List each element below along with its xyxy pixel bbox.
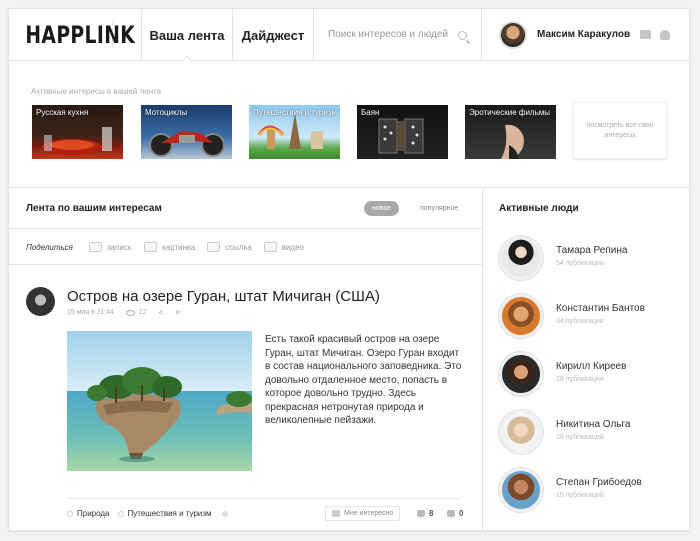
tag-travel[interactable]: Путешествия и туризм (118, 509, 212, 518)
person-count: 34 публикации (556, 318, 604, 325)
person-count: 16 публикаций (556, 434, 604, 441)
person-item[interactable]: Кирилл Киреев 28 публикаций (499, 352, 689, 396)
notifications-icon[interactable] (660, 29, 671, 40)
interest-label: Путешествия и туризм (253, 108, 338, 117)
post-image[interactable] (67, 331, 252, 471)
likes-count: 8 (429, 509, 434, 518)
interest-tile[interactable]: Мотоциклы (141, 105, 232, 159)
post-title[interactable]: Остров на озере Гуран, штат Мичиган (США… (67, 288, 380, 305)
tag-nature[interactable]: Природа (67, 509, 110, 518)
person-avatar[interactable] (499, 236, 543, 280)
app-frame: HAPPLINK Ваша лента Дайджест Максим Кара… (8, 8, 690, 531)
post-text: Есть такой красивый остров на озере Гура… (265, 334, 462, 426)
person-avatar[interactable] (499, 294, 543, 338)
post-meta: 15 мая в 11:44 12 < × (67, 308, 180, 317)
video-icon (263, 242, 277, 252)
interest-label: Баян (361, 108, 380, 117)
person-name[interactable]: Степан Грибоедов (556, 477, 642, 488)
person-avatar[interactable] (499, 352, 543, 396)
search-box (314, 9, 482, 60)
close-icon[interactable]: × (175, 308, 180, 317)
thumb-icon (332, 510, 340, 517)
island-illustration (67, 331, 252, 471)
link-icon (207, 242, 221, 252)
person-count: 54 публикации (556, 260, 604, 267)
feed-header: Лента по вашим интересам новое популярно… (9, 189, 482, 229)
user-avatar[interactable] (499, 20, 527, 49)
interest-label: Мотоциклы (145, 108, 188, 117)
filter-new-button[interactable]: новое (364, 201, 400, 216)
filter-popular-button[interactable]: популярное (412, 201, 466, 216)
person-name[interactable]: Константин Бантов (556, 303, 645, 314)
share-icon[interactable]: < (159, 308, 164, 317)
person-item[interactable]: Степан Грибоедов 15 публикаций (499, 468, 689, 512)
share-post-label: запись (106, 242, 133, 252)
heart-icon (417, 510, 425, 517)
post-date: 15 мая в 11:44 (67, 309, 114, 316)
interest-label: Русская кухня (36, 108, 89, 117)
interest-tile[interactable]: Русская кухня (32, 105, 123, 159)
person-item[interactable]: Константин Бантов 34 публикации (499, 294, 689, 338)
post-author-avatar[interactable] (26, 287, 55, 316)
eye-icon (125, 309, 135, 316)
person-name[interactable]: Тамара Репина (556, 245, 627, 256)
share-link-label: ссылка (225, 242, 252, 252)
interest-label: Эротические фильмы (469, 108, 550, 117)
sidebar-title: Активные люди (499, 203, 579, 214)
interest-tile[interactable]: Баян (357, 105, 448, 159)
search-input[interactable] (328, 29, 448, 40)
comments-count: 0 (459, 509, 464, 518)
comments-counter[interactable]: 0 (447, 509, 463, 518)
share-video-label: видео (281, 242, 304, 252)
search-icon[interactable] (458, 31, 467, 40)
share-image-label: картинка (162, 242, 196, 252)
tab-your-feed[interactable]: Ваша лента (142, 9, 233, 62)
logo[interactable]: HAPPLINK (9, 20, 135, 49)
user-panel: Максим Каракулов (482, 9, 689, 60)
tab-digest[interactable]: Дайджест (233, 9, 314, 61)
feed-title: Лента по вашим интересам (26, 203, 162, 214)
more-tags-icon[interactable] (221, 510, 228, 517)
image-icon (144, 242, 158, 252)
active-people-sidebar: Активные люди Тамара Репина 54 публикаци… (482, 189, 689, 530)
share-post-button[interactable]: запись (88, 242, 133, 252)
person-item[interactable]: Тамара Репина 54 публикации (499, 236, 689, 280)
share-link-button[interactable]: ссылка (207, 242, 252, 252)
messages-icon[interactable] (640, 30, 652, 39)
post-footer: Природа Путешествия и туризм Мне интерес… (67, 498, 463, 528)
interests-section: Активные интересы в вашей ленте Русская … (9, 62, 689, 188)
share-label: Поделиться (26, 242, 73, 252)
share-image-button[interactable]: картинка (144, 242, 195, 252)
person-item[interactable]: Никитина Ольга 16 публикаций (499, 410, 689, 454)
interesting-label: Мне интересно (344, 510, 394, 517)
interests-title: Активные интересы в вашей ленте (31, 87, 162, 96)
person-avatar[interactable] (499, 410, 543, 454)
interest-tile[interactable]: Путешествия и туризм (249, 105, 340, 159)
comment-icon (447, 510, 455, 517)
person-count: 28 публикаций (556, 376, 604, 383)
person-avatar[interactable] (499, 468, 543, 512)
person-name[interactable]: Никитина Ольга (556, 419, 631, 430)
share-video-button[interactable]: видео (263, 242, 304, 252)
share-bar: Поделиться запись картинка ссылка видео (9, 230, 482, 265)
logo-container[interactable]: HAPPLINK (9, 9, 142, 60)
top-header: HAPPLINK Ваша лента Дайджест Максим Кара… (9, 9, 689, 62)
interesting-button[interactable]: Мне интересно (325, 506, 401, 521)
interest-tile[interactable]: Эротические фильмы (465, 105, 556, 159)
person-name[interactable]: Кирилл Киреев (556, 361, 626, 372)
view-all-interests-button[interactable]: посмотреть все свои интересы (573, 102, 667, 159)
likes-counter[interactable]: 8 (417, 509, 433, 518)
post-icon (88, 242, 102, 252)
user-name[interactable]: Максим Каракулов (537, 29, 630, 40)
person-count: 15 публикаций (556, 492, 604, 499)
post-views: 12 (138, 309, 147, 316)
